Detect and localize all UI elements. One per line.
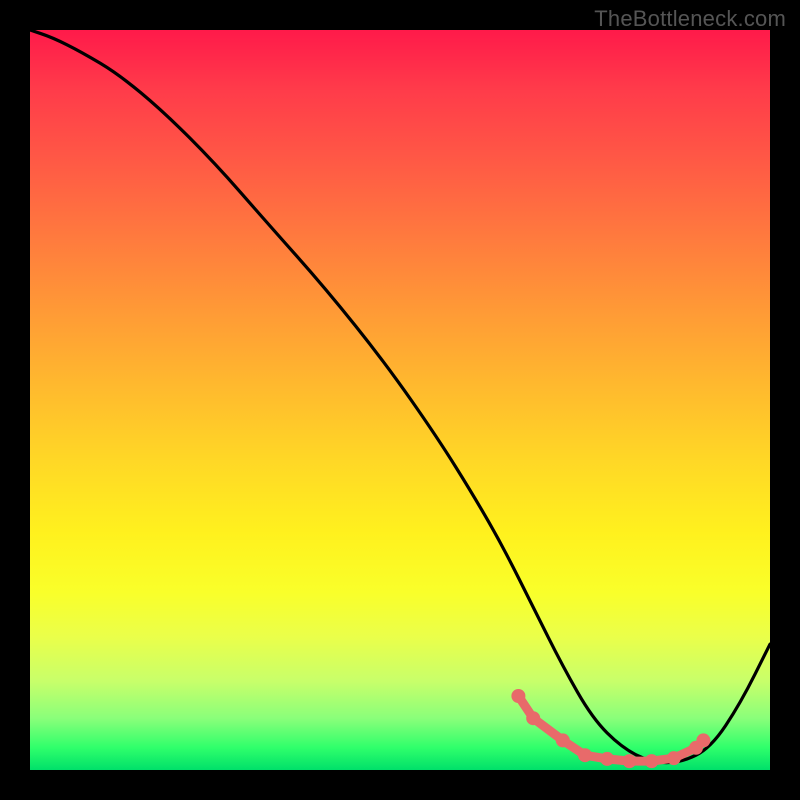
curve-layer <box>30 30 770 770</box>
data-marker <box>645 755 658 768</box>
data-marker <box>697 734 710 747</box>
data-curve <box>30 30 770 763</box>
data-marker <box>512 690 525 703</box>
chart-frame: TheBottleneck.com <box>0 0 800 800</box>
data-marker <box>527 712 540 725</box>
data-marker <box>579 749 592 762</box>
data-marker <box>556 734 569 747</box>
watermark-text: TheBottleneck.com <box>594 6 786 32</box>
data-marker <box>601 752 614 765</box>
data-marker <box>623 755 636 768</box>
data-marker <box>667 752 680 765</box>
marker-group <box>512 690 710 768</box>
plot-area <box>30 30 770 770</box>
marker-cluster <box>518 696 703 761</box>
